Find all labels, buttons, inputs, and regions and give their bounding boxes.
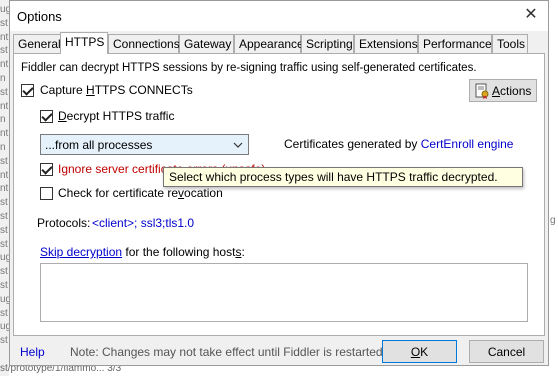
label-part: for the following host xyxy=(122,245,236,259)
protocols-label: Protocols: xyxy=(37,216,91,230)
accelerator-key: A xyxy=(492,84,501,98)
restart-note: Note: Changes may not take effect until … xyxy=(70,345,386,359)
dropdown-selected-value: ...from all processes xyxy=(45,138,153,152)
label-part: Capture xyxy=(40,83,87,97)
check-revocation-label[interactable]: Check for certificate revocation xyxy=(58,186,223,200)
background-text-fragment: st xyxy=(0,266,8,278)
background-text-fragment: ug xyxy=(0,321,9,333)
skip-decryption-link[interactable]: Skip decryption xyxy=(40,245,122,259)
process-filter-dropdown[interactable]: ...from all processes xyxy=(40,134,249,155)
ignore-cert-errors-checkbox[interactable] xyxy=(40,163,53,176)
label-part: ocation xyxy=(184,186,223,200)
background-text-fragment: n xyxy=(0,142,6,153)
tab-label: Gateway xyxy=(184,37,232,51)
decrypt-https-label[interactable]: Decrypt HTTPS traffic xyxy=(58,109,174,123)
options-dialog: Options ✕ General HTTPS Connections Gate… xyxy=(9,0,549,366)
tab-label: Appearance xyxy=(239,37,304,51)
label-part: ecrypt HTTPS traffic xyxy=(66,109,175,123)
skip-hosts-textarea[interactable] xyxy=(40,263,528,322)
background-text-fragment: n xyxy=(0,73,6,84)
label-part: K xyxy=(420,345,429,359)
background-text-fragment: nt xyxy=(0,100,9,112)
capture-connects-checkbox[interactable] xyxy=(21,84,34,97)
background-text-fragment: st xyxy=(0,197,8,209)
label-part: Check for certificate re xyxy=(58,186,179,200)
tab-appearance[interactable]: Appearance xyxy=(234,34,304,53)
background-text-fragment: st xyxy=(0,335,8,347)
background-window-strip: ug st nt st nt n st nt n nt n st nt nt st st st st ug st st u… xyxy=(0,0,9,376)
tab-https[interactable]: HTTPS xyxy=(60,32,108,54)
tab-label: Extensions xyxy=(359,37,418,51)
background-text-fragment: st xyxy=(0,238,8,250)
capture-connects-label[interactable]: Capture HTTPS CONNECTs xyxy=(40,83,193,97)
title-bar: Options ✕ xyxy=(10,1,548,31)
background-text-fragment: st xyxy=(0,86,8,98)
tab-gateway[interactable]: Gateway xyxy=(179,34,234,53)
process-filter-tooltip: Select which process types will have HTT… xyxy=(163,167,523,187)
background-text-fragment: st xyxy=(0,155,8,167)
close-icon[interactable]: ✕ xyxy=(521,5,541,25)
certificate-icon xyxy=(475,83,489,99)
certenroll-engine-link[interactable]: CertEnroll engine xyxy=(421,137,514,151)
decrypt-https-checkbox[interactable] xyxy=(40,110,53,123)
tab-connections[interactable]: Connections xyxy=(108,34,180,53)
background-text-fragment: ug xyxy=(0,293,9,305)
background-text-fragment: st xyxy=(0,280,8,291)
actions-button-label: Actions xyxy=(492,84,531,98)
cancel-button-label: Cancel xyxy=(487,345,526,359)
actions-button[interactable]: Actions xyxy=(469,79,537,102)
accelerator-key: H xyxy=(86,83,95,97)
label-part: : xyxy=(241,245,245,259)
background-text-fragment: nt xyxy=(0,31,9,43)
tab-performance[interactable]: Performance xyxy=(418,34,492,53)
tab-scripting[interactable]: Scripting xyxy=(301,34,354,53)
tab-extensions[interactable]: Extensions xyxy=(354,34,418,53)
tab-label: Tools xyxy=(497,37,526,51)
background-text-fragment: st xyxy=(0,17,8,29)
accelerator-key: D xyxy=(58,109,67,123)
background-text-fragment: nt xyxy=(0,59,9,71)
window-title: Options xyxy=(17,9,62,24)
background-text-fragment: nt xyxy=(0,183,9,195)
chevron-down-icon xyxy=(233,142,243,148)
tab-label: Connections xyxy=(113,37,180,51)
cancel-button[interactable]: Cancel xyxy=(469,340,544,363)
background-text-fragment: g xyxy=(550,215,556,226)
ok-button-label: OK xyxy=(383,345,456,359)
background-text-fragment: nt xyxy=(0,128,9,140)
protocols-link[interactable]: <client>; ssl3;tls1.0 xyxy=(92,216,194,230)
tab-tools[interactable]: Tools xyxy=(492,34,528,53)
https-tab-panel: Fiddler can decrypt HTTPS sessions by re… xyxy=(13,53,545,336)
background-text-fragment: st xyxy=(0,211,8,222)
background-text-fragment: st xyxy=(0,224,8,236)
tab-general[interactable]: General xyxy=(13,34,61,53)
background-text-fragment: ug xyxy=(0,4,9,15)
accelerator-key: O xyxy=(410,345,421,359)
label-part: Certificates generated by xyxy=(284,137,418,151)
background-text-fragment: st xyxy=(0,307,8,319)
tab-label: General xyxy=(18,37,61,51)
https-intro-text: Fiddler can decrypt HTTPS sessions by re… xyxy=(21,62,477,74)
label-part: ctions xyxy=(500,84,532,98)
tab-label: HTTPS xyxy=(65,35,105,49)
tab-label: Performance xyxy=(423,37,492,51)
background-text-fragment: nt xyxy=(0,169,9,181)
background-text-fragment: n xyxy=(0,114,6,126)
ok-button[interactable]: OK xyxy=(382,340,457,363)
skip-decryption-label: Skip decryption for the following hosts: xyxy=(40,245,245,259)
label-part: TTPS CONNECTs xyxy=(94,83,193,97)
help-link[interactable]: Help xyxy=(20,345,45,359)
background-text-fragment: ug xyxy=(0,252,9,264)
tab-label: Scripting xyxy=(306,37,353,51)
background-text-fragment: st xyxy=(0,45,8,57)
check-revocation-checkbox[interactable] xyxy=(40,187,53,200)
certificates-generated-label: Certificates generated by CertEnroll eng… xyxy=(284,137,513,151)
